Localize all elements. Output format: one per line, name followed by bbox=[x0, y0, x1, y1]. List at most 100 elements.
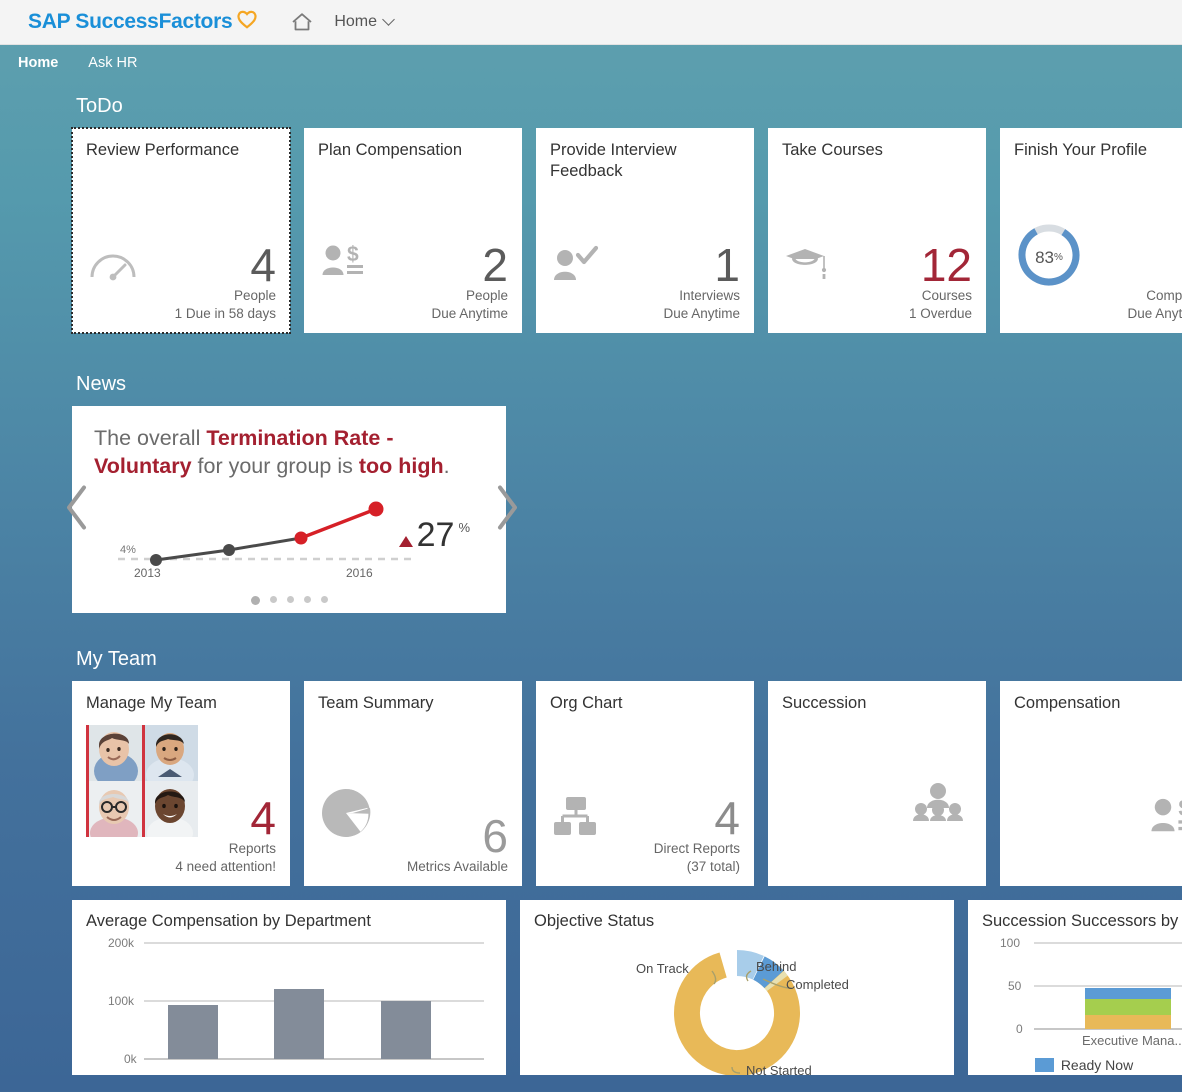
gauge-icon bbox=[88, 246, 138, 287]
news-card[interactable]: The overall Termination Rate - Voluntary… bbox=[67, 406, 517, 613]
average-compensation-bar-chart: 200k 100k 0k bbox=[108, 936, 484, 1066]
tab-ask-hr[interactable]: Ask HR bbox=[88, 55, 137, 71]
tile-org-chart[interactable]: Org Chart 4 Direct Reports (37 total) bbox=[536, 681, 754, 886]
svg-text:200k: 200k bbox=[108, 936, 135, 950]
person-dollar-icon: $ bbox=[320, 242, 366, 287]
tile-footer: 12 Courses 1 Overdue bbox=[908, 239, 972, 323]
tile-succession[interactable]: Succession bbox=[768, 681, 986, 886]
nav-tabs: Home Ask HR bbox=[0, 45, 1182, 81]
tile-due: Due Anytime bbox=[431, 305, 508, 321]
todo-section: ToDo Review Performance 4 People 1 Due i… bbox=[0, 95, 1182, 334]
tile-number: 1 bbox=[714, 239, 740, 292]
tile-footer: Complete Due Anytime bbox=[1127, 287, 1182, 323]
todo-tile-row: Review Performance 4 People 1 Due in 58 … bbox=[0, 127, 1182, 334]
carousel-dot[interactable] bbox=[320, 596, 328, 603]
home-icon[interactable] bbox=[290, 11, 314, 33]
tile-number: 4 bbox=[250, 792, 276, 845]
tile-provide-interview-feedback[interactable]: Provide Interview Feedback 1 Interviews … bbox=[536, 128, 754, 333]
tile-compensation[interactable]: Compensation $ bbox=[1000, 681, 1182, 886]
tile-title: Plan Compensation bbox=[318, 141, 463, 159]
tile-title: Take Courses bbox=[782, 141, 883, 159]
tile-take-courses[interactable]: Take Courses 12 Courses 1 Overdue bbox=[768, 128, 986, 333]
chart-title: Objective Status bbox=[534, 912, 655, 930]
tile-due: Due Anytime bbox=[663, 305, 740, 321]
tile-manage-my-team[interactable]: Manage My Team 4 Reports 4 need attentio… bbox=[72, 681, 290, 886]
carousel-next-button[interactable] bbox=[494, 483, 520, 536]
tile-footer: 1 Interviews Due Anytime bbox=[663, 239, 740, 323]
tab-home[interactable]: Home bbox=[18, 55, 58, 71]
news-delta-sign: % bbox=[458, 519, 470, 535]
tile-title: Review Performance bbox=[86, 141, 240, 159]
legend-label-ready-now: Ready Now bbox=[1060, 1057, 1134, 1073]
news-headline-part3: . bbox=[443, 454, 450, 479]
tile-review-performance[interactable]: Review Performance 4 People 1 Due in 58 … bbox=[71, 127, 291, 334]
news-headline-part1: The overall bbox=[94, 426, 207, 450]
tile-title: Finish Your Profile bbox=[1014, 141, 1147, 159]
triangle-up-icon bbox=[398, 535, 413, 547]
tile-team-summary[interactable]: Team Summary 6 Metrics Available bbox=[304, 681, 522, 886]
carousel-dot[interactable] bbox=[269, 596, 277, 603]
svg-text:$: $ bbox=[1178, 795, 1182, 821]
carousel-dot[interactable] bbox=[286, 596, 294, 603]
tile-unit: Metrics Available bbox=[406, 858, 508, 874]
tile-plan-compensation[interactable]: Plan Compensation $ 2 People Due Anytime bbox=[304, 128, 522, 333]
tile-finish-your-profile[interactable]: Finish Your Profile 83% Complete Due Any… bbox=[1000, 128, 1182, 333]
app-logo[interactable]: SAP SuccessFactors bbox=[28, 10, 258, 34]
tile-footer: 2 People Due Anytime bbox=[431, 239, 508, 323]
tile-title: Compensation bbox=[1014, 694, 1121, 712]
tile-objective-status[interactable]: Objective Status On Track Behind Complet… bbox=[520, 900, 954, 1075]
tile-due: 1 Overdue bbox=[908, 305, 972, 321]
home-menu-label: Home bbox=[334, 13, 378, 30]
news-sparkline-chart: 4% 2013 2016 27 % bbox=[94, 487, 484, 580]
tile-number: 2 bbox=[482, 239, 508, 292]
avatar bbox=[142, 725, 198, 781]
logo-text: SAP SuccessFactors bbox=[28, 10, 233, 33]
org-chart-icon bbox=[552, 795, 600, 842]
attention-indicator-bar bbox=[142, 725, 145, 837]
tile-unit: Direct Reports bbox=[653, 840, 740, 856]
person-check-icon bbox=[552, 244, 600, 287]
progress-ring-label: 83% bbox=[1016, 222, 1082, 293]
svg-text:100: 100 bbox=[1000, 936, 1020, 950]
progress-ring-icon: 83% bbox=[1016, 222, 1082, 293]
svg-text:Completed: Completed bbox=[786, 977, 849, 992]
objective-status-donut-chart: On Track Behind Completed Not Started bbox=[636, 950, 849, 1075]
svg-text:Behind: Behind bbox=[756, 959, 796, 974]
carousel-prev-button[interactable] bbox=[64, 483, 90, 536]
tile-title: Org Chart bbox=[550, 694, 623, 712]
carousel-dot[interactable] bbox=[250, 596, 260, 605]
tile-title: Manage My Team bbox=[86, 694, 217, 712]
tile-due: 4 need attention! bbox=[175, 858, 276, 874]
person-dollar-icon: $ bbox=[1148, 795, 1182, 844]
my-team-section: My Team Manage My Team 4 Reports 4 need … bbox=[0, 648, 1182, 1075]
svg-text:Executive Mana...: Executive Mana... bbox=[1082, 1033, 1182, 1048]
progress-ring-value: 83 bbox=[1035, 247, 1054, 267]
attention-indicator-bar bbox=[86, 725, 89, 837]
carousel-dot[interactable] bbox=[303, 596, 311, 603]
tile-title: Provide Interview Feedback bbox=[550, 141, 677, 180]
tile-succession-successors[interactable]: Succession Successors by 100 50 0 Execut… bbox=[968, 900, 1182, 1075]
svg-text:Not Started: Not Started bbox=[746, 1063, 812, 1075]
legend-swatch-ready-now bbox=[1034, 1058, 1054, 1072]
tile-footer: 4 Direct Reports (37 total) bbox=[653, 795, 740, 876]
tile-footer: 4 Reports 4 need attention! bbox=[175, 792, 276, 876]
svg-text:2016: 2016 bbox=[346, 566, 373, 579]
my-team-tile-row: Manage My Team 4 Reports 4 need attentio… bbox=[0, 681, 1182, 886]
chart-title: Succession Successors by bbox=[982, 912, 1179, 930]
todo-section-title: ToDo bbox=[76, 95, 123, 117]
tile-unit: Courses bbox=[921, 287, 972, 303]
succession-successors-stacked-bar-chart: 100 50 0 Executive Mana... bbox=[1000, 936, 1182, 1048]
chart-tile-row: Average Compensation by Department 200k … bbox=[0, 900, 1182, 1075]
tile-number: 12 bbox=[920, 239, 972, 292]
top-bar: SAP SuccessFactors Home bbox=[0, 0, 1182, 45]
news-headline: The overall Termination Rate - Voluntary… bbox=[94, 424, 484, 481]
tile-due: (37 total) bbox=[686, 858, 740, 874]
tile-average-compensation-by-department[interactable]: Average Compensation by Department 200k … bbox=[72, 900, 506, 1075]
tile-due: Due Anytime bbox=[1127, 305, 1182, 321]
svg-text:50: 50 bbox=[1008, 979, 1022, 993]
tile-unit: Interviews bbox=[679, 287, 740, 303]
home-menu[interactable]: Home bbox=[334, 13, 395, 31]
tile-due: 1 Due in 58 days bbox=[174, 305, 276, 321]
svg-text:4%: 4% bbox=[120, 544, 136, 556]
tile-footer: 6 Metrics Available bbox=[406, 813, 508, 876]
